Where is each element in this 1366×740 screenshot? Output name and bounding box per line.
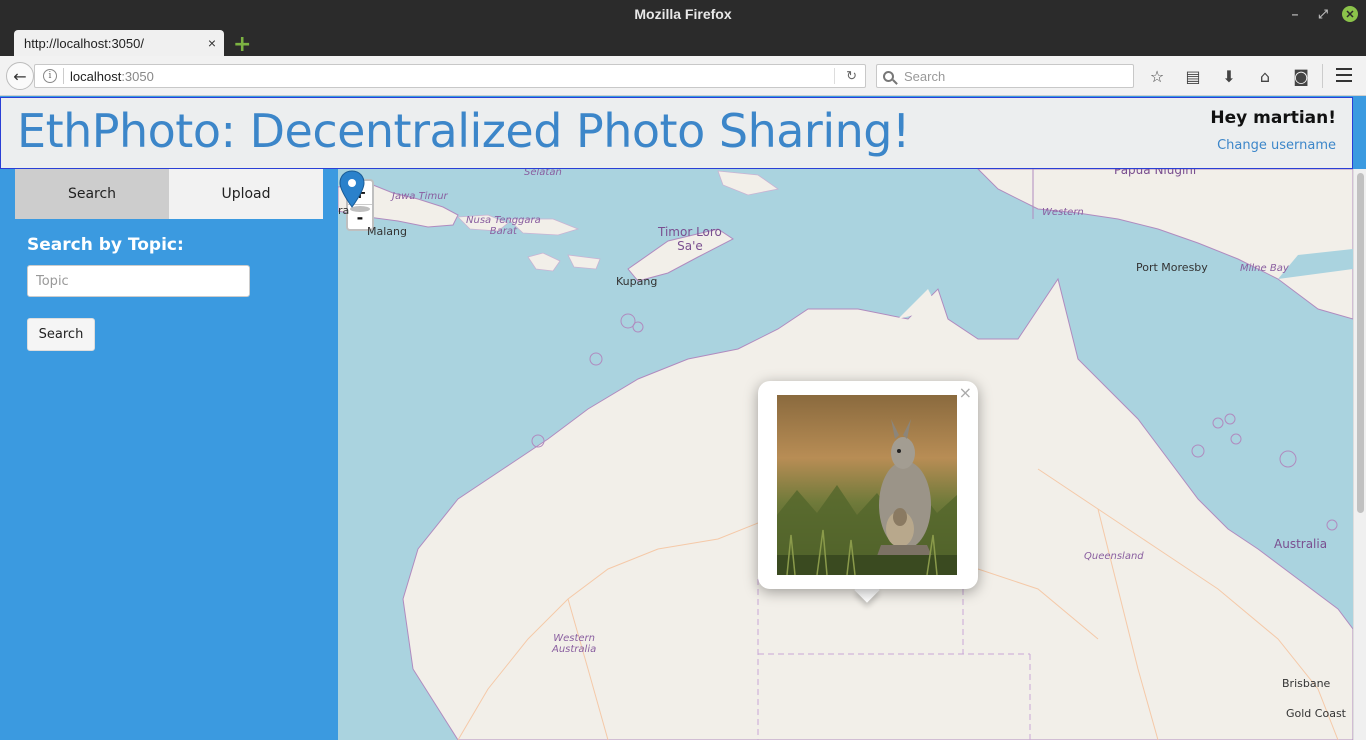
url-separator (63, 68, 64, 84)
window-titlebar: Mozilla Firefox – ⤢ ✕ (0, 0, 1366, 28)
map-label-port-moresby: Port Moresby (1136, 261, 1208, 274)
browser-search-field[interactable]: Search (876, 64, 1134, 88)
search-icon (883, 70, 894, 82)
topic-input[interactable] (27, 265, 250, 297)
bookmark-star-icon[interactable]: ☆ (1146, 66, 1168, 86)
map-label-western-australia: Western Australia (552, 633, 597, 655)
url-bar[interactable]: i localhost :3050 ↻ (34, 64, 866, 88)
kangaroo-photo[interactable] (777, 395, 957, 575)
map-marker-icon[interactable] (338, 169, 378, 213)
reload-separator (834, 68, 835, 84)
url-port: :3050 (121, 68, 154, 84)
download-icon[interactable]: ⬇ (1218, 66, 1240, 86)
map-label-milne-bay: Milne Bay (1240, 263, 1289, 274)
map-label-gold-coast: Gold Coast (1286, 707, 1346, 720)
page-title: EthPhoto: Decentralized Photo Sharing! (17, 104, 910, 158)
browser-tab[interactable]: http://localhost:3050/ × (14, 30, 224, 56)
tab-title: http://localhost:3050/ (24, 35, 144, 51)
map-label-western: Western (1042, 207, 1084, 218)
toolbar-icons: ☆ ▤ ⬇ ⌂ ◙ (1146, 66, 1312, 86)
map-label-malang: Malang (367, 225, 407, 238)
search-heading: Search by Topic: (27, 235, 184, 255)
window-controls: – ⤢ ✕ (1286, 5, 1358, 23)
navigation-bar: ← i localhost :3050 ↻ Search ☆ ▤ ⬇ ⌂ ◙ (0, 56, 1366, 96)
scrollbar-thumb[interactable] (1357, 173, 1364, 513)
menu-icon[interactable] (1336, 68, 1352, 86)
browser-search-placeholder: Search (904, 68, 946, 84)
popup-close-icon[interactable]: × (959, 383, 972, 402)
sidebar: Search Upload Search by Topic: Search (0, 169, 338, 740)
change-username-link[interactable]: Change username (1217, 138, 1336, 153)
map-label-australia: Australia (1274, 537, 1328, 551)
map[interactable]: + - Selatan ra Jawa Timur Malang Nusa Te… (338, 169, 1353, 740)
menu-separator (1322, 64, 1323, 88)
minimize-icon[interactable]: – (1286, 5, 1304, 23)
close-window-icon[interactable]: ✕ (1342, 6, 1358, 22)
map-label-jawa-timur: Jawa Timur (392, 191, 448, 202)
map-label-queensland: Queensland (1084, 551, 1144, 562)
map-label-ntb: Nusa Tenggara Barat (466, 215, 541, 237)
sidebar-tabs: Search Upload (15, 169, 323, 219)
url-host: localhost (70, 68, 122, 84)
tab-upload[interactable]: Upload (169, 169, 323, 219)
tab-close-icon[interactable]: × (208, 35, 216, 51)
new-tab-icon[interactable]: + (233, 32, 251, 57)
map-label-papua: Papua Niugini (1114, 169, 1197, 177)
pocket-icon[interactable]: ◙ (1290, 66, 1312, 86)
home-icon[interactable]: ⌂ (1254, 66, 1276, 86)
user-greeting: Hey martian! (1210, 108, 1336, 128)
map-label-selatan: Selatan (524, 169, 562, 178)
tab-search[interactable]: Search (15, 169, 169, 219)
map-label-brisbane: Brisbane (1282, 677, 1331, 690)
restore-icon[interactable]: ⤢ (1314, 5, 1332, 23)
photo-popup: × (758, 381, 978, 589)
back-arrow-icon: ← (13, 66, 27, 86)
map-label-kupang: Kupang (616, 275, 658, 288)
tab-strip: http://localhost:3050/ × + (0, 28, 1366, 57)
reload-icon[interactable]: ↻ (846, 68, 857, 84)
page-header: EthPhoto: Decentralized Photo Sharing! H… (0, 97, 1353, 169)
info-icon[interactable]: i (43, 69, 57, 83)
back-button[interactable]: ← (6, 62, 34, 90)
page-scrollbar[interactable] (1353, 169, 1366, 740)
window-title: Mozilla Firefox (634, 6, 732, 22)
search-button[interactable]: Search (27, 318, 95, 351)
reading-list-icon[interactable]: ▤ (1182, 66, 1204, 86)
map-label-timor: Timor Loro Sa'e (658, 225, 722, 253)
